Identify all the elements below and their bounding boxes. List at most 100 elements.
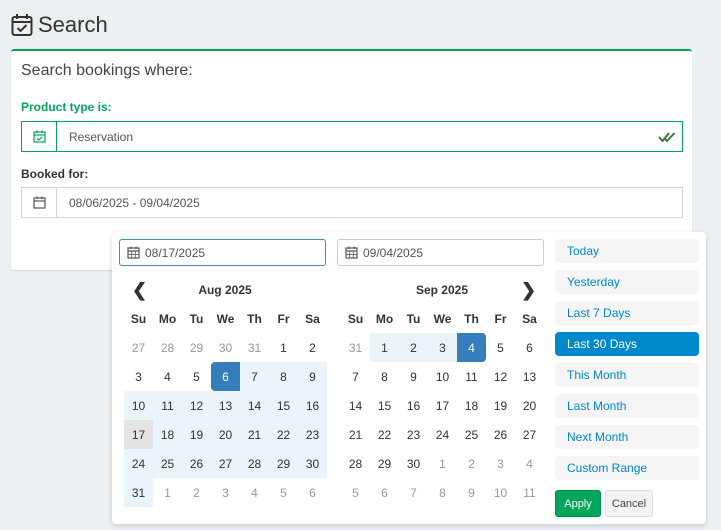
calendar-day[interactable]: 21 (341, 420, 370, 449)
calendar-day[interactable]: 5 (341, 478, 370, 507)
calendar-day[interactable]: 16 (298, 391, 327, 420)
calendar-day[interactable]: 24 (124, 449, 153, 478)
calendar-day[interactable]: 7 (341, 362, 370, 391)
range-today[interactable]: Today (555, 239, 699, 263)
calendar-day[interactable]: 18 (457, 391, 486, 420)
calendar-day[interactable]: 30 (211, 333, 240, 362)
calendar-day[interactable]: 15 (370, 391, 399, 420)
calendar-day[interactable]: 13 (515, 362, 544, 391)
calendar-day[interactable]: 1 (153, 478, 182, 507)
end-date-input[interactable]: 09/04/2025 (337, 239, 544, 266)
range-this-month[interactable]: This Month (555, 363, 699, 387)
calendar-day[interactable]: 16 (399, 391, 428, 420)
range-last-30-days[interactable]: Last 30 Days (555, 332, 699, 356)
calendar-day[interactable]: 27 (515, 420, 544, 449)
calendar-day[interactable]: 3 (211, 478, 240, 507)
calendar-day[interactable]: 28 (153, 333, 182, 362)
calendar-day[interactable]: 4 (515, 449, 544, 478)
calendar-day[interactable]: 29 (269, 449, 298, 478)
calendar-day[interactable]: 11 (153, 391, 182, 420)
calendar-day[interactable]: 1 (370, 333, 399, 362)
calendar-day[interactable]: 31 (341, 333, 370, 362)
calendar-day[interactable]: 13 (211, 391, 240, 420)
calendar-day[interactable]: 8 (269, 362, 298, 391)
range-last-7-days[interactable]: Last 7 Days (555, 301, 699, 325)
calendar-day[interactable]: 9 (399, 362, 428, 391)
calendar-day[interactable]: 12 (486, 362, 515, 391)
calendar-day[interactable]: 12 (182, 391, 211, 420)
calendar-day[interactable]: 11 (457, 362, 486, 391)
calendar-day[interactable]: 31 (240, 333, 269, 362)
calendar-day[interactable]: 24 (428, 420, 457, 449)
calendar-day[interactable]: 17 (124, 420, 153, 449)
range-yesterday[interactable]: Yesterday (555, 270, 699, 294)
start-date-input[interactable]: 08/17/2025 (119, 239, 326, 266)
calendar-day[interactable]: 6 (370, 478, 399, 507)
calendar-day[interactable]: 25 (153, 449, 182, 478)
calendar-day[interactable]: 2 (399, 333, 428, 362)
calendar-day[interactable]: 5 (182, 362, 211, 391)
calendar-day[interactable]: 10 (486, 478, 515, 507)
calendar-day[interactable]: 20 (211, 420, 240, 449)
range-next-month[interactable]: Next Month (555, 425, 699, 449)
calendar-day[interactable]: 1 (428, 449, 457, 478)
calendar-day[interactable]: 2 (182, 478, 211, 507)
calendar-day[interactable]: 6 (515, 333, 544, 362)
calendar-day[interactable]: 31 (124, 478, 153, 507)
calendar-day[interactable]: 6 (298, 478, 327, 507)
prev-month-arrow-icon[interactable]: ❮ (132, 280, 147, 301)
calendar-day[interactable]: 19 (486, 391, 515, 420)
cancel-button[interactable]: Cancel (605, 490, 653, 517)
calendar-day[interactable]: 17 (428, 391, 457, 420)
calendar-day[interactable]: 29 (370, 449, 399, 478)
calendar-day[interactable]: 14 (240, 391, 269, 420)
calendar-day[interactable]: 5 (269, 478, 298, 507)
calendar-day[interactable]: 15 (269, 391, 298, 420)
calendar-day[interactable]: 20 (515, 391, 544, 420)
calendar-day[interactable]: 14 (341, 391, 370, 420)
calendar-day[interactable]: 21 (240, 420, 269, 449)
calendar-day[interactable]: 7 (240, 362, 269, 391)
calendar-day[interactable]: 18 (153, 420, 182, 449)
calendar-day[interactable]: 7 (399, 478, 428, 507)
calendar-day[interactable]: 3 (124, 362, 153, 391)
calendar-day[interactable]: 22 (269, 420, 298, 449)
next-month-arrow-icon[interactable]: ❯ (521, 280, 536, 301)
calendar-day[interactable]: 8 (370, 362, 399, 391)
calendar-day[interactable]: 23 (399, 420, 428, 449)
calendar-day[interactable]: 10 (124, 391, 153, 420)
calendar-day[interactable]: 1 (269, 333, 298, 362)
calendar-day[interactable]: 6 (211, 362, 240, 391)
calendar-day[interactable]: 28 (240, 449, 269, 478)
range-custom-range[interactable]: Custom Range (555, 456, 699, 480)
calendar-day[interactable]: 5 (486, 333, 515, 362)
calendar-day[interactable]: 23 (298, 420, 327, 449)
calendar-day[interactable]: 22 (370, 420, 399, 449)
calendar-day[interactable]: 26 (486, 420, 515, 449)
calendar-day[interactable]: 28 (341, 449, 370, 478)
calendar-day[interactable]: 19 (182, 420, 211, 449)
calendar-day[interactable]: 30 (399, 449, 428, 478)
apply-button[interactable]: Apply (555, 490, 601, 517)
calendar-day[interactable]: 3 (428, 333, 457, 362)
calendar-day[interactable]: 9 (298, 362, 327, 391)
calendar-day[interactable]: 9 (457, 478, 486, 507)
calendar-day[interactable]: 27 (211, 449, 240, 478)
calendar-day[interactable]: 2 (457, 449, 486, 478)
calendar-day[interactable]: 2 (298, 333, 327, 362)
booked-for-input[interactable]: 08/06/2025 - 09/04/2025 (21, 187, 683, 218)
calendar-day[interactable]: 10 (428, 362, 457, 391)
calendar-day[interactable]: 27 (124, 333, 153, 362)
calendar-day[interactable]: 3 (486, 449, 515, 478)
product-type-select[interactable]: Reservation (21, 121, 683, 152)
calendar-day[interactable]: 26 (182, 449, 211, 478)
calendar-day[interactable]: 4 (457, 333, 486, 362)
calendar-day[interactable]: 4 (240, 478, 269, 507)
calendar-day[interactable]: 29 (182, 333, 211, 362)
calendar-day[interactable]: 4 (153, 362, 182, 391)
calendar-day[interactable]: 11 (515, 478, 544, 507)
range-last-month[interactable]: Last Month (555, 394, 699, 418)
calendar-day[interactable]: 25 (457, 420, 486, 449)
calendar-day[interactable]: 8 (428, 478, 457, 507)
calendar-day[interactable]: 30 (298, 449, 327, 478)
